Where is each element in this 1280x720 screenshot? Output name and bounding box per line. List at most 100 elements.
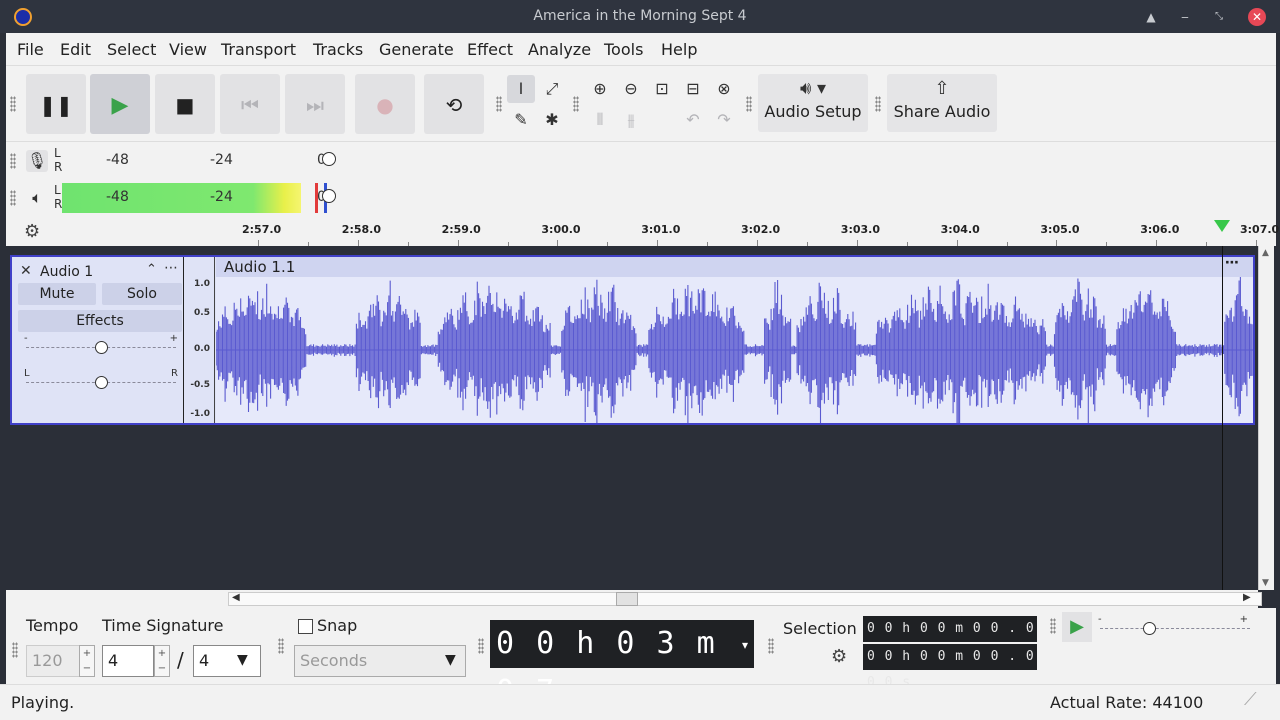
track-menu-icon[interactable]: ⋯ [164, 260, 178, 276]
menu-analyze[interactable]: Analyze [528, 40, 591, 59]
playback-meter-knob[interactable] [322, 189, 336, 203]
vertical-scrollbar[interactable]: ▲ ▼ [1258, 246, 1274, 590]
menu-effect[interactable]: Effect [467, 40, 513, 59]
snap-unit-select[interactable]: Seconds [294, 645, 466, 677]
horizontal-scroll-thumb[interactable] [616, 592, 638, 606]
scroll-up-icon[interactable]: ▲ [1262, 248, 1269, 258]
chevron-down-icon[interactable]: ▼ [237, 652, 248, 668]
menu-help[interactable]: Help [661, 40, 697, 59]
timeline-settings-icon[interactable]: ⚙ [24, 221, 40, 242]
clip-menu-icon[interactable]: ⋯ [1225, 255, 1239, 271]
time-signature-numerator[interactable]: 4 [102, 645, 154, 677]
trim-audio-icon[interactable]: ⫴ [586, 106, 614, 134]
gain-slider[interactable]: - + [24, 333, 178, 357]
speaker-icon[interactable]: 🔈︎ [26, 187, 48, 209]
audio-clip[interactable]: Audio 1.1 ⋯ [216, 255, 1253, 423]
toolbar-grip[interactable] [1050, 618, 1056, 634]
minimize-icon[interactable]: ‒ [1175, 7, 1195, 27]
horizontal-scroll-track[interactable] [228, 592, 1262, 606]
scroll-down-icon[interactable]: ▼ [1262, 578, 1269, 588]
menu-tracks[interactable]: Tracks [313, 40, 363, 59]
menu-select[interactable]: Select [107, 40, 156, 59]
effects-button[interactable]: Effects [18, 310, 182, 332]
menu-view[interactable]: View [169, 40, 207, 59]
skip-start-button[interactable]: ⏮ [220, 74, 280, 134]
toolbar-grip[interactable] [278, 638, 284, 654]
loop-button[interactable]: ⟲ [424, 74, 484, 134]
fit-project-icon[interactable]: ⊟ [679, 75, 707, 103]
amplitude-scale[interactable]: 1.0 0.5 0.0 -0.5 -1.0 [185, 257, 215, 423]
record-meter-knob[interactable] [322, 152, 336, 166]
envelope-tool-icon[interactable]: ⤢ [538, 75, 566, 103]
snap-checkbox[interactable] [298, 619, 313, 634]
resize-grip-icon[interactable]: ⟋ [1244, 689, 1257, 710]
playback-meter[interactable] [62, 183, 334, 213]
horizontal-scrollbar[interactable]: ◀ ▶ [6, 590, 1262, 608]
restore-icon[interactable]: ⤡ [1209, 7, 1229, 27]
zoom-toggle-icon[interactable]: ⊗ [710, 75, 738, 103]
silence-audio-icon[interactable]: ⫵ [617, 106, 645, 134]
toolbar-grip[interactable] [768, 638, 774, 654]
gain-slider-knob[interactable] [94, 341, 108, 354]
timeline-ruler[interactable]: 2:57.0 2:58.0 2:59.0 3:00.0 3:01.0 3:02.0 3:03… [217, 216, 1279, 246]
audio-setup-button[interactable]: 🔊︎ ▾ Audio Setup [758, 74, 868, 132]
playback-speed-slider[interactable]: - + [1098, 614, 1250, 638]
toolbar-grip[interactable] [496, 96, 502, 112]
tempo-field[interactable]: 120 [26, 645, 84, 677]
mute-button[interactable]: Mute [18, 283, 96, 305]
toolbar-grip[interactable] [10, 96, 16, 112]
pause-button[interactable]: ❚❚ [26, 74, 86, 134]
clip-header[interactable]: Audio 1.1 ⋯ [216, 255, 1253, 277]
chevron-down-icon[interactable]: ▼ [445, 652, 456, 668]
toolbar-grip[interactable] [10, 190, 16, 206]
menu-tools[interactable]: Tools [604, 40, 643, 59]
zoom-out-icon[interactable]: ⊖ [617, 75, 645, 103]
time-format-chevron-icon[interactable]: ▾ [742, 638, 748, 652]
toolbar-grip[interactable] [746, 96, 752, 112]
multi-tool-icon[interactable]: ✱ [538, 106, 566, 134]
stop-button[interactable]: ■ [155, 74, 215, 134]
undo-icon[interactable]: ↶ [679, 106, 707, 134]
scroll-left-icon[interactable]: ◀ [232, 592, 240, 603]
time-display[interactable]: 0 0 h 0 3 m 0 7 s [490, 620, 754, 709]
track-name[interactable]: Audio 1 [40, 264, 93, 280]
audio-track[interactable]: ✕ Audio 1 ⌃ ⋯ Mute Solo Effects - + L R [10, 255, 1255, 425]
menu-transport[interactable]: Transport [221, 40, 296, 59]
collapse-track-icon[interactable]: ⌃ [146, 262, 157, 277]
fit-selection-icon[interactable]: ⊡ [648, 75, 676, 103]
time-signature-denominator[interactable]: 4 [193, 645, 261, 677]
toolbar-grip[interactable] [12, 642, 18, 658]
speed-slider-knob[interactable] [1143, 622, 1156, 635]
toolbar-grip[interactable] [875, 96, 881, 112]
toolbar-grip[interactable] [573, 96, 579, 112]
record-meter[interactable] [62, 146, 334, 176]
track-area[interactable]: ✕ Audio 1 ⌃ ⋯ Mute Solo Effects - + L R [6, 246, 1258, 590]
selection-settings-icon[interactable]: ⚙ [831, 646, 847, 667]
time-signature-stepper[interactable]: + − [154, 645, 170, 677]
toolbar-grip[interactable] [10, 153, 16, 169]
redo-icon[interactable]: ↷ [710, 106, 738, 134]
menu-file[interactable]: File [17, 40, 44, 59]
close-window-icon[interactable]: ✕ [1248, 8, 1266, 26]
pan-slider[interactable]: L R [24, 368, 178, 392]
record-button[interactable]: ● [355, 74, 415, 134]
selection-end[interactable]: 0 0 h 0 0 m 0 0 . 0 0 0 s [863, 644, 1037, 690]
menu-generate[interactable]: Generate [379, 40, 454, 59]
selection-start[interactable]: 0 0 h 0 0 m 0 0 . 0 0 0 s [863, 616, 1037, 662]
microphone-icon[interactable]: 🎙︎ [26, 150, 48, 172]
pan-slider-knob[interactable] [94, 376, 108, 389]
tempo-stepper[interactable]: + − [79, 645, 95, 677]
toolbar-grip[interactable] [478, 638, 484, 654]
selection-tool-icon[interactable]: I [507, 75, 535, 103]
clip-name[interactable]: Audio 1.1 [224, 258, 295, 276]
draw-tool-icon[interactable]: ✎ [507, 106, 535, 134]
solo-button[interactable]: Solo [102, 283, 182, 305]
close-track-icon[interactable]: ✕ [20, 263, 32, 279]
waveform[interactable] [216, 277, 1253, 423]
shade-icon[interactable]: ▲ [1141, 7, 1161, 27]
play-at-speed-button[interactable]: ▶ [1062, 612, 1092, 642]
share-audio-button[interactable]: ⇧ Share Audio [887, 74, 997, 132]
zoom-in-icon[interactable]: ⊕ [586, 75, 614, 103]
play-button[interactable]: ▶ [90, 74, 150, 134]
skip-end-button[interactable]: ⏭ [285, 74, 345, 134]
